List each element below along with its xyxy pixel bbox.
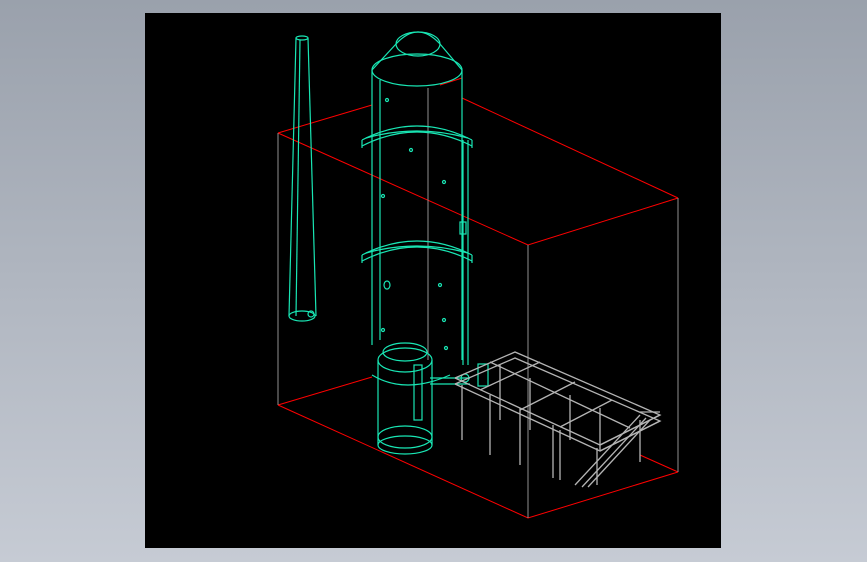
absorption-tower: [361, 31, 473, 365]
box-top-back-edge-right: [461, 97, 679, 199]
platform-ring-lower: [361, 240, 473, 263]
box-bottom-back-edge: [277, 376, 373, 406]
platform-ring-upper: [361, 125, 473, 148]
chimney: [288, 35, 317, 322]
bounding-box: [277, 77, 679, 519]
steel-frame: [454, 351, 662, 488]
box-top-back-edge-left: [277, 104, 373, 134]
cad-drawing: [277, 31, 679, 519]
lower-vessel: [371, 342, 489, 455]
box-top-front-edges: [277, 132, 679, 246]
